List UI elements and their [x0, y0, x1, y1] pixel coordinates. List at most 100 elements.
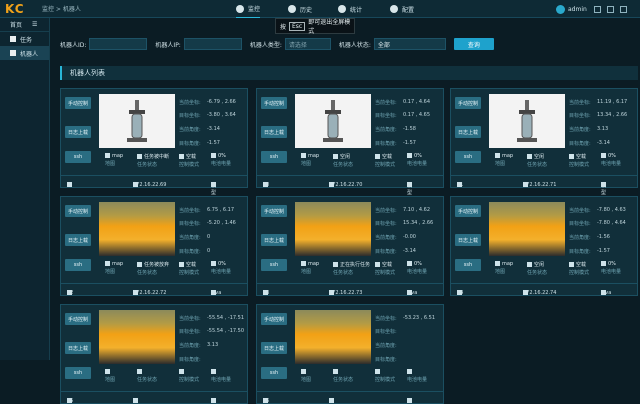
robot-image	[489, 202, 565, 256]
robot-card: 手动控制 日志上载 ssh 当前坐标: 6.75 , 6.17 目标坐标: -5.20 , …	[60, 196, 248, 296]
task-status: 任务被放弃 任务状态	[137, 262, 170, 276]
battery-status: 0% 电池电量	[211, 261, 232, 275]
robot-card: 手动控制 日志上载 ssh 当前坐标: -53.23 , 6.51 目标坐标: 当前角度: 目…	[256, 304, 444, 404]
robot-id: 11	[457, 181, 464, 188]
battery-status: 0% 电池电量	[407, 261, 428, 275]
map-icon	[301, 261, 306, 266]
map-icon	[105, 153, 110, 158]
robot-card-footer: 11172.16.22.71模型1	[451, 175, 637, 202]
log-upload-button[interactable]: 日志上载	[261, 126, 287, 138]
ssh-button[interactable]: ssh	[261, 259, 287, 271]
task-icon	[137, 369, 142, 374]
log-upload-button[interactable]: 日志上载	[261, 234, 287, 246]
task-status: 任务被中断 任务状态	[137, 154, 170, 168]
robot-model: kiva	[211, 289, 222, 296]
robot-image	[295, 94, 371, 148]
robot-ip: 172.16.22.70	[329, 181, 363, 188]
log-upload-button[interactable]: 日志上载	[65, 234, 91, 246]
task-status: 任务状态	[333, 369, 353, 383]
manual-control-button[interactable]: 手动控制	[65, 313, 91, 325]
fullscreen-icon[interactable]	[607, 5, 614, 13]
task-icon	[333, 369, 338, 374]
ssh-button[interactable]: ssh	[261, 367, 287, 379]
robot-image	[489, 94, 565, 148]
map-icon	[105, 261, 110, 266]
tab-config[interactable]: 配置	[390, 0, 414, 18]
sidebar-item-task[interactable]: 任务	[0, 32, 49, 46]
ssh-button[interactable]: ssh	[455, 151, 481, 163]
battery-icon	[407, 369, 412, 374]
log-upload-button[interactable]: 日志上载	[455, 234, 481, 246]
tab-monitor[interactable]: 监控	[236, 0, 261, 18]
ip-icon	[329, 397, 334, 403]
manual-control-button[interactable]: 手动控制	[455, 97, 481, 109]
robot-card: 手动控制 日志上载 ssh 当前坐标: 11.19 , 6.17 目标坐标: 13.34 ,…	[450, 88, 638, 202]
manual-control-button[interactable]: 手动控制	[455, 205, 481, 217]
log-upload-button[interactable]: 日志上载	[455, 126, 481, 138]
robot-image	[99, 202, 175, 256]
control-mode: 控制模式	[179, 369, 199, 383]
app-logo: KC	[5, 2, 25, 16]
robot-card-footer: 12 172.16.22.72 kiva	[61, 283, 247, 296]
top-bar: KC 监控 > 机器人 监控 历史 统计 配置 admin	[0, 0, 640, 18]
robot-ip: 172.16.22.71	[523, 181, 557, 188]
map-status: map 地图	[105, 261, 124, 275]
robot-card-footer: 13 172.16.22.73 kiva	[257, 283, 443, 296]
ssh-button[interactable]: ssh	[455, 259, 481, 271]
robot-list-title: 机器人列表	[60, 66, 638, 80]
control-mode: 空载 控制模式	[569, 154, 590, 168]
tab-history[interactable]: 历史	[288, 0, 312, 18]
robot-id: 16	[263, 397, 270, 404]
robot-status-select[interactable]: 全部	[373, 38, 446, 50]
task-status: 空闲 任务状态	[333, 154, 354, 168]
avatar	[556, 4, 565, 14]
ssh-button[interactable]: ssh	[65, 367, 91, 379]
ssh-button[interactable]: ssh	[261, 151, 287, 163]
log-upload-button[interactable]: 日志上载	[65, 126, 91, 138]
user-menu[interactable]: admin	[556, 3, 587, 15]
manual-control-button[interactable]: 手动控制	[261, 313, 287, 325]
manual-control-button[interactable]: 手动控制	[65, 205, 91, 217]
control-icon	[375, 154, 380, 159]
menu-icon[interactable]: ☰	[32, 21, 37, 28]
task-status: 任务状态	[137, 369, 157, 383]
control-icon	[569, 154, 574, 159]
control-icon	[179, 369, 184, 374]
filter-bar: 机器人ID: 机器人IP: 机器人类型: 请选择 机器人状态: 全部 查询	[60, 34, 635, 54]
history-icon	[288, 5, 296, 13]
robot-card: 手动控制 日志上载 ssh 当前坐标: -55.54 , -17.51 目标坐标: -55.…	[60, 304, 248, 404]
robot-card-footer: 16	[257, 391, 443, 404]
task-status: 空闲 任务状态	[527, 154, 548, 168]
ssh-button[interactable]: ssh	[65, 259, 91, 271]
robot-id-input[interactable]	[89, 38, 148, 50]
manual-control-button[interactable]: 手动控制	[65, 97, 91, 109]
control-mode: 空载 控制模式	[179, 262, 200, 276]
ip-icon	[133, 397, 138, 403]
task-status: 正在执行任务 任务状态	[333, 262, 371, 276]
manual-control-button[interactable]: 手动控制	[261, 97, 287, 109]
robot-image	[99, 310, 175, 364]
robot-card: 手动控制 日志上载 ssh 当前坐标: -6.79 , 2.66 目标坐标: -3.80 ,…	[60, 88, 248, 202]
robot-ip: 172.16.22.72	[133, 289, 167, 296]
map-icon	[301, 369, 306, 374]
robot-type-select[interactable]: 请选择	[284, 38, 331, 50]
ssh-button[interactable]: ssh	[65, 151, 91, 163]
fullscreen-tooltip: 按 Esc 即可退出全屏模式	[275, 18, 355, 35]
robot-model: kiva	[601, 289, 612, 296]
robot-card: 手动控制 日志上载 ssh 当前坐标: -7.80 , 4.63 目标坐标: -7.80 ,…	[450, 196, 638, 296]
robot-ip-input[interactable]	[183, 38, 242, 50]
tab-statistics[interactable]: 统计	[338, 0, 362, 18]
log-upload-button[interactable]: 日志上载	[65, 342, 91, 354]
manual-control-button[interactable]: 手动控制	[261, 205, 287, 217]
map-icon	[495, 153, 500, 158]
refresh-icon[interactable]	[594, 5, 601, 13]
sidebar-item-home[interactable]: 首页 ☰	[0, 18, 49, 32]
query-button[interactable]: 查询	[453, 38, 494, 50]
task-icon	[137, 154, 142, 159]
logout-icon[interactable]	[620, 5, 627, 13]
control-icon	[375, 262, 380, 267]
robot-image	[295, 310, 371, 364]
log-upload-button[interactable]: 日志上载	[261, 342, 287, 354]
task-icon	[527, 154, 532, 159]
sidebar-item-robot[interactable]: 机器人	[0, 46, 49, 60]
